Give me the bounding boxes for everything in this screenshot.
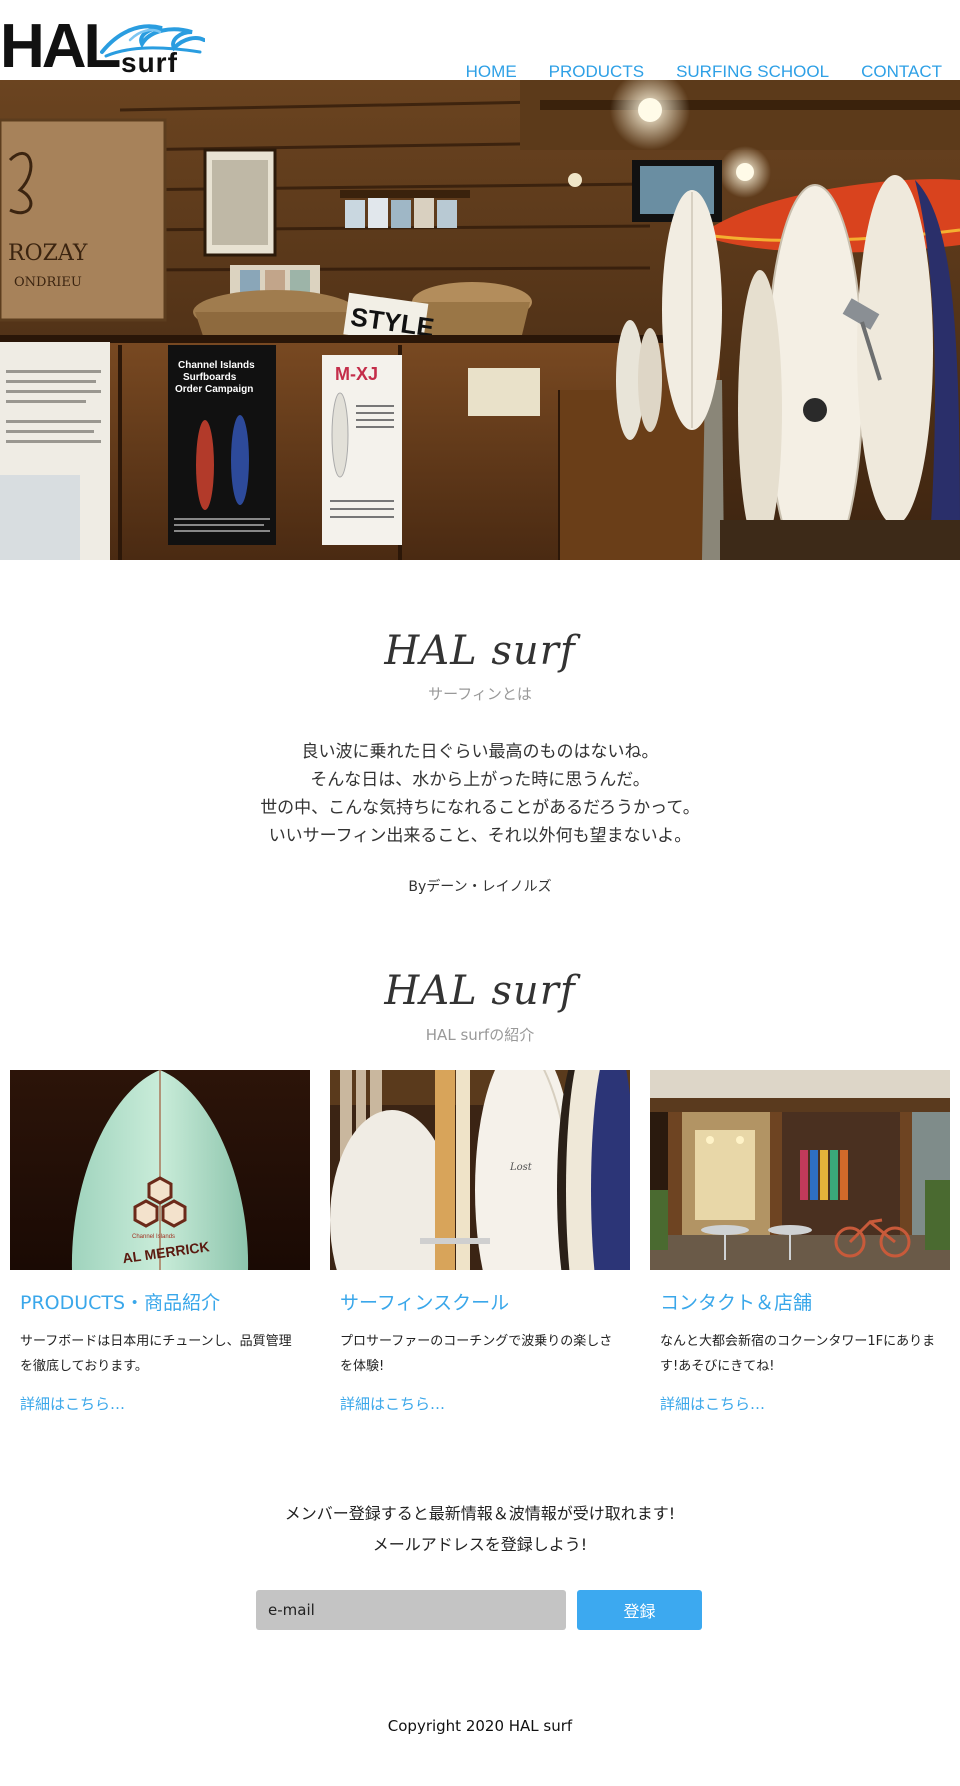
email-field[interactable] <box>256 1590 566 1630</box>
svg-text:Lost: Lost <box>509 1162 533 1173</box>
nav-surfing-school[interactable]: SURFING SCHOOL <box>676 62 829 82</box>
intro-subtitle: サーフィンとは <box>428 685 532 703</box>
surfboards-rack-photo: Lost <box>330 1070 630 1270</box>
card-text: サーフボードは日本用にチューンし、品質管理を徹底しております。 <box>20 1334 292 1374</box>
main-nav: HOME PRODUCTS SURFING SCHOOL CONTACT <box>466 62 942 82</box>
site-logo[interactable]: HAL surf <box>0 12 205 80</box>
copyright: Copyright 2020 HAL surf <box>387 1717 573 1735</box>
feature-card-school: Lost サーフィンスクール プロサーファーのコーチングで波乗りの楽しさを体験!… <box>330 1070 630 1414</box>
card-title: コンタクト＆店舗 <box>660 1292 813 1314</box>
logo-subword: surf <box>121 47 178 78</box>
card-detail-link[interactable]: 詳細はこちら… <box>20 1393 310 1414</box>
feature-card-contact: コンタクト＆店舗 なんと大都会新宿のコクーンタワー1Fにあります!あそびにきてね… <box>650 1070 950 1414</box>
features-subtitle: HAL surfの紹介 <box>425 1026 535 1044</box>
card-title: PRODUCTS・商品紹介 <box>20 1292 221 1314</box>
svg-text:Surfboards: Surfboards <box>183 372 237 383</box>
svg-text:Channel Islands: Channel Islands <box>178 360 255 371</box>
svg-text:ROZAY: ROZAY <box>8 241 88 266</box>
signup-line: メンバー登録すると最新情報＆波情報が受け取れます! <box>284 1504 676 1523</box>
intro-quote: 良い波に乗れた日ぐらい最高のものはないね。 そんな日は、水から上がった時に思うん… <box>0 738 960 850</box>
nav-home[interactable]: HOME <box>466 62 517 82</box>
card-detail-link[interactable]: 詳細はこちら… <box>660 1393 950 1414</box>
nav-products[interactable]: PRODUCTS <box>549 62 644 82</box>
quote-line: いいサーフィン出来ること、それ以外何も望まないよ。 <box>268 826 692 846</box>
card-title: サーフィンスクール <box>340 1292 510 1314</box>
features-title: HAL surf <box>384 968 576 1014</box>
svg-text:M-XJ: M-XJ <box>335 364 378 384</box>
shop-storefront-photo <box>650 1070 950 1270</box>
register-button[interactable]: 登録 <box>577 1590 702 1630</box>
page: HAL surf HOME PRODUCTS SURFING SCHOOL CO… <box>0 0 960 1786</box>
site-header: HAL surf HOME PRODUCTS SURFING SCHOOL CO… <box>0 0 960 82</box>
card-text: プロサーファーのコーチングで波乗りの楽しさを体験! <box>340 1334 613 1374</box>
hero-image: ROZAY ONDRIEU STYLE Channel Islands Surf… <box>0 80 960 560</box>
surf-shop-interior-photo: ROZAY ONDRIEU STYLE Channel Islands Surf… <box>0 80 960 560</box>
surfboard-closeup-photo: Channel Islands AL MERRICK <box>10 1070 310 1270</box>
logo-wordmark: HAL <box>0 12 121 81</box>
intro-title: HAL surf <box>384 628 576 674</box>
nav-contact[interactable]: CONTACT <box>861 62 942 82</box>
signup-line: メールアドレスを登録しよう! <box>372 1535 588 1554</box>
quote-line: そんな日は、水から上がった時に思うんだ。 <box>310 770 650 790</box>
svg-text:Channel Islands: Channel Islands <box>132 1234 175 1240</box>
svg-text:Order Campaign: Order Campaign <box>175 384 253 395</box>
signup-message: メンバー登録すると最新情報＆波情報が受け取れます! メールアドレスを登録しよう! <box>0 1498 960 1560</box>
quote-author: Byデーン・レイノルズ <box>408 879 552 895</box>
card-detail-link[interactable]: 詳細はこちら… <box>340 1393 630 1414</box>
svg-text:ONDRIEU: ONDRIEU <box>14 275 82 290</box>
card-text: なんと大都会新宿のコクーンタワー1Fにあります!あそびにきてね! <box>660 1334 936 1374</box>
feature-card-products: Channel Islands AL MERRICK PRODUCTS・商品紹介… <box>10 1070 310 1414</box>
quote-line: 世の中、こんな気持ちになれることがあるだろうかって。 <box>260 798 700 818</box>
quote-line: 良い波に乗れた日ぐらい最高のものはないね。 <box>301 742 659 762</box>
